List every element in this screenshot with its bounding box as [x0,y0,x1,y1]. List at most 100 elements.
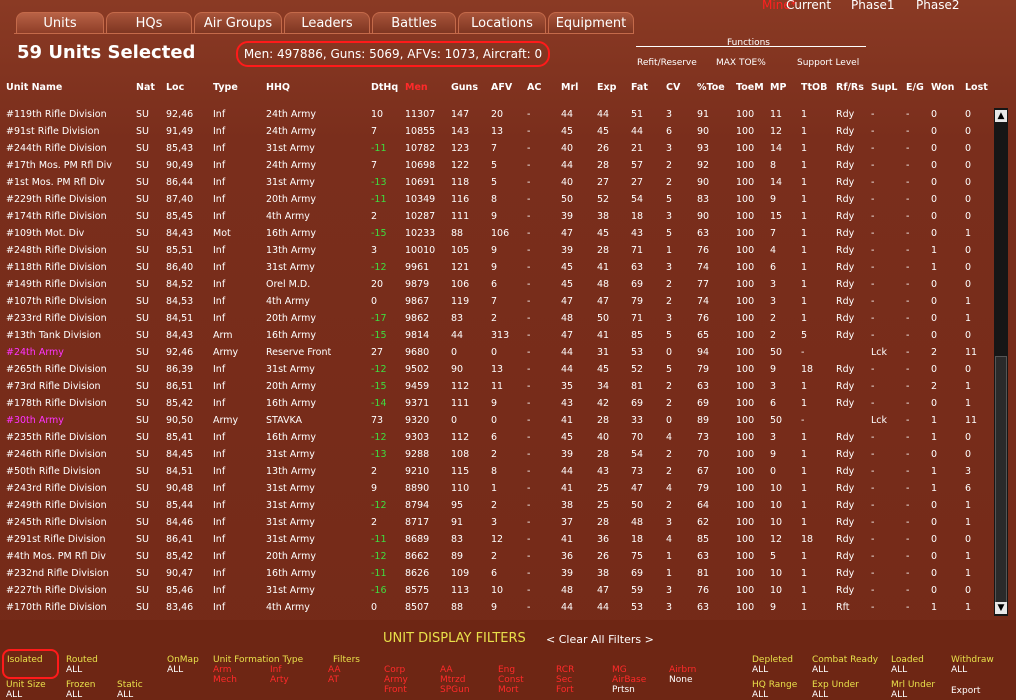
table-row[interactable]: #248th Rifle Division SU 85,51 Inf 13th Army… [0,243,990,260]
unit-name-cell[interactable]: #107th Rifle Division [6,296,107,307]
tab-leaders[interactable]: Leaders [284,12,370,34]
formation-type-option[interactable]: Arty [270,675,289,685]
unit-name-cell[interactable]: #30th Army [6,415,64,426]
table-row[interactable]: #178th Rifle Division SU 85,42 Inf 16th Army… [0,396,990,413]
formation-type-option[interactable]: AA [328,665,341,675]
table-row[interactable]: #170th Rifle Division SU 83,46 Inf 4th Army 0… [0,600,990,617]
support-level-button[interactable]: Support Level [797,58,859,68]
column-header[interactable]: E/G [906,82,924,93]
column-header[interactable]: MP [770,82,786,93]
status-filter[interactable]: HQ Range [752,680,797,690]
formation-type-option[interactable]: MG [612,665,627,675]
status-filter-value[interactable]: ALL [891,690,907,700]
unit-name-cell[interactable]: #235th Rifle Division [6,432,107,443]
table-scrollbar[interactable]: ▲ ▼ [994,108,1008,616]
unit-name-cell[interactable]: #291st Rifle Division [6,534,106,545]
unit-name-cell[interactable]: #1st Mos. PM Rfl Div [6,177,105,188]
formation-type-option[interactable]: Mort [498,685,519,695]
table-row[interactable]: #4th Mos. PM Rfl Div SU 85,42 Inf 20th Army -… [0,549,990,566]
status-filter-value[interactable]: ALL [812,665,828,675]
phase1-toggle[interactable]: Phase1 [851,0,894,12]
column-header[interactable]: DtHq [371,82,398,93]
unit-name-cell[interactable]: #229th Rifle Division [6,194,107,205]
formation-type-option[interactable]: RCR [556,665,574,675]
export-button[interactable]: Export [951,686,980,696]
unit-name-cell[interactable]: #118th Rifle Division [6,262,107,273]
scroll-down-icon[interactable]: ▼ [995,602,1007,614]
table-row[interactable]: #17th Mos. PM Rfl Div SU 90,49 Inf 24th Army… [0,158,990,175]
unit-size-filter[interactable]: Unit Size [6,680,46,690]
column-header[interactable]: Guns [451,82,478,93]
unit-name-cell[interactable]: #174th Rifle Division [6,211,107,222]
column-header[interactable]: Rf/Rs [836,82,864,93]
status-filter-value[interactable]: ALL [812,690,828,700]
formation-type-option[interactable]: Corp [384,665,405,675]
table-row[interactable]: #118th Rifle Division SU 86,40 Inf 31st Army… [0,260,990,277]
frozen-filter-value[interactable]: ALL [66,690,82,700]
unit-size-filter-value[interactable]: ALL [6,690,22,700]
formation-type-option[interactable]: Inf [270,665,282,675]
column-header[interactable]: TtOB [801,82,827,93]
formation-type-option[interactable]: None [669,675,692,685]
unit-name-cell[interactable]: #73rd Rifle Division [6,381,101,392]
formation-type-option[interactable]: Const [498,675,524,685]
routed-filter-value[interactable]: ALL [66,665,82,675]
unit-name-cell[interactable]: #265th Rifle Division [6,364,107,375]
column-header[interactable]: Nat [136,82,155,93]
column-header[interactable]: CV [666,82,680,93]
tab-battles[interactable]: Battles [372,12,456,34]
column-header[interactable]: Mrl [561,82,578,93]
table-row[interactable]: #246th Rifle Division SU 84,45 Inf 31st Army… [0,447,990,464]
table-row[interactable]: #30th Army SU 90,50 Army STAVKA 73 9320 0 0 - 41 28… [0,413,990,430]
status-filter[interactable]: Exp Under [812,680,859,690]
unit-name-cell[interactable]: #119th Rifle Division [6,109,107,120]
formation-type-option[interactable]: AirBase [612,675,646,685]
tab-units[interactable]: Units [16,12,104,34]
unit-name-cell[interactable]: #178th Rifle Division [6,398,107,409]
max-toe-button[interactable]: MAX TOE% [716,58,766,68]
formation-type-option[interactable]: Arm [213,665,231,675]
formation-type-option[interactable]: Eng [498,665,515,675]
unit-name-cell[interactable]: #13th Tank Division [6,330,101,341]
table-row[interactable]: #243rd Rifle Division SU 90,48 Inf 31st Army… [0,481,990,498]
formation-type-option[interactable]: Army [384,675,408,685]
table-row[interactable]: #174th Rifle Division SU 85,45 Inf 4th Army 2… [0,209,990,226]
table-row[interactable]: #149th Rifle Division SU 84,52 Inf Orel M.D.… [0,277,990,294]
column-header[interactable]: HHQ [266,82,290,93]
status-filter[interactable]: Loaded [891,655,924,665]
table-row[interactable]: #107th Rifle Division SU 84,53 Inf 4th Army 0… [0,294,990,311]
status-filter-value[interactable]: ALL [951,665,967,675]
formation-type-option[interactable]: Fort [556,685,574,695]
table-row[interactable]: #73rd Rifle Division SU 86,51 Inf 20th Army -… [0,379,990,396]
unit-name-cell[interactable]: #227th Rifle Division [6,585,107,596]
status-filter[interactable]: Depleted [752,655,793,665]
onmap-filter[interactable]: OnMap [167,655,199,665]
formation-type-option[interactable]: SPGun [440,685,470,695]
tab-hqs[interactable]: HQs [106,12,192,34]
column-header[interactable]: Lost [965,82,988,93]
table-row[interactable]: #24th Army SU 92,46 Army Reserve Front 27 9680… [0,345,990,362]
formation-type-option[interactable]: AT [328,675,339,685]
table-row[interactable]: #109th Mot. Div SU 84,43 Mot 16th Army -15 102… [0,226,990,243]
unit-name-cell[interactable]: #232nd Rifle Division [6,568,109,579]
status-filter-value[interactable]: ALL [891,665,907,675]
static-filter[interactable]: Static [117,680,143,690]
unit-name-cell[interactable]: #243rd Rifle Division [6,483,107,494]
unit-name-cell[interactable]: #4th Mos. PM Rfl Div [6,551,106,562]
column-header[interactable]: SupL [871,82,897,93]
formation-type-option[interactable]: Mech [213,675,237,685]
unit-name-cell[interactable]: #17th Mos. PM Rfl Div [6,160,112,171]
status-filter[interactable]: Mrl Under [891,680,935,690]
column-header[interactable]: Fat [631,82,648,93]
table-row[interactable]: #245th Rifle Division SU 84,46 Inf 31st Army… [0,515,990,532]
formation-type-option[interactable]: Sec [556,675,572,685]
unit-name-cell[interactable]: #245th Rifle Division [6,517,107,528]
formation-type-option[interactable]: Airbrn [669,665,696,675]
tab-air-groups[interactable]: Air Groups [194,12,282,34]
table-row[interactable]: #291st Rifle Division SU 86,41 Inf 31st Army… [0,532,990,549]
table-row[interactable]: #233rd Rifle Division SU 84,51 Inf 20th Army… [0,311,990,328]
unit-name-cell[interactable]: #109th Mot. Div [6,228,84,239]
unit-name-cell[interactable]: #50th Rifle Division [6,466,101,477]
unit-name-cell[interactable]: #244th Rifle Division [6,143,107,154]
unit-name-cell[interactable]: #170th Rifle Division [6,602,107,613]
